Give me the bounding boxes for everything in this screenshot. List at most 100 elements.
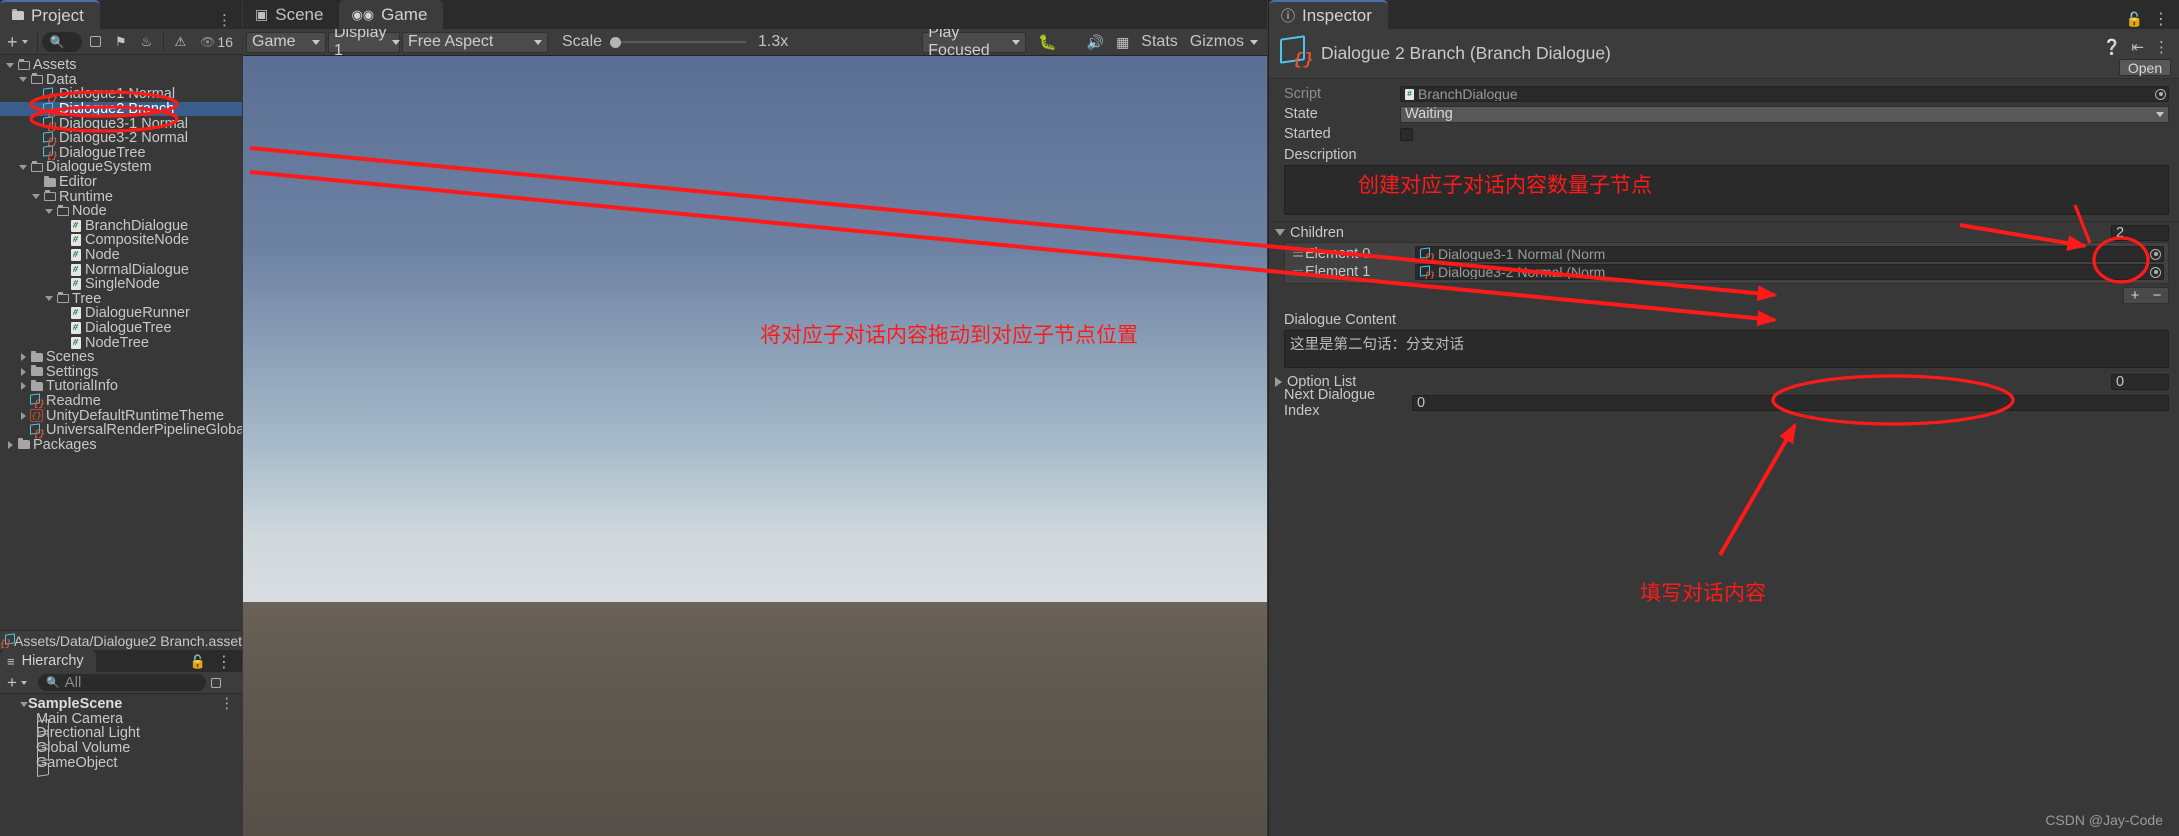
tab-inspector[interactable]: ⓘ Inspector: [1269, 0, 1388, 29]
remove-element-button[interactable]: −: [2146, 287, 2168, 304]
project-tree-item[interactable]: {} Dialogue2 Branch: [0, 101, 242, 118]
children-list[interactable]: Element 0{} Dialogue3-1 Normal (Norm Eleme…: [1284, 242, 2169, 284]
favorites-filter-button[interactable]: ⚑: [109, 31, 133, 52]
project-tree-item[interactable]: TutorialInfo: [0, 378, 242, 394]
children-list-row[interactable]: Element 1 {} Dialogue3-2 Normal (Norm: [1287, 263, 2166, 281]
description-textarea[interactable]: [1284, 165, 2169, 215]
project-tree-item[interactable]: {} DialogueTree: [0, 145, 242, 161]
chevron-right-icon[interactable]: [4, 440, 16, 449]
project-tree-item[interactable]: {} Dialogue3-1 Normal: [0, 116, 242, 132]
list-add-remove-buttons[interactable]: + −: [2123, 287, 2169, 304]
project-tree-item[interactable]: # CompositeNode: [0, 232, 242, 248]
hierarchy-item[interactable]: SampleScene ⋮: [0, 696, 243, 712]
drag-handle-icon[interactable]: [1287, 251, 1305, 257]
children-element-objectfield[interactable]: {} Dialogue3-2 Normal (Norm: [1415, 264, 2164, 280]
mute-audio-button[interactable]: 🔊: [1081, 32, 1110, 53]
project-tree-item[interactable]: Node: [0, 203, 242, 219]
gizmos-button[interactable]: Gizmos: [1184, 32, 1264, 53]
hierarchy-search-input[interactable]: 🔍 All: [37, 674, 206, 691]
children-list-row[interactable]: Element 0 {} Dialogue3-1 Normal (Norm: [1287, 245, 2166, 263]
tab-hierarchy[interactable]: ≡ Hierarchy: [0, 650, 96, 672]
hierarchy-search-expand-button[interactable]: [209, 672, 223, 693]
add-asset-button[interactable]: +: [3, 31, 32, 52]
children-element-objectfield[interactable]: {} Dialogue3-1 Normal (Norm: [1415, 246, 2164, 262]
aspect-dropdown[interactable]: Free Aspect: [402, 31, 548, 53]
chevron-down-icon[interactable]: [20, 701, 28, 707]
view-mode-dropdown[interactable]: Game: [246, 31, 326, 53]
add-gameobject-button[interactable]: +: [4, 674, 30, 692]
project-tree-item[interactable]: Runtime: [0, 189, 242, 205]
kebab-menu-icon[interactable]: ⋮: [2153, 9, 2169, 29]
stats-button[interactable]: Stats: [1135, 32, 1183, 53]
kebab-menu-icon[interactable]: ⋮: [220, 696, 243, 712]
scale-slider[interactable]: Scale: [562, 33, 747, 51]
warning-filter-button[interactable]: ⚠: [169, 31, 193, 52]
chevron-down-icon[interactable]: [43, 208, 55, 214]
project-tree-item[interactable]: {} Dialogue1 Normal: [0, 86, 242, 103]
object-picker-icon[interactable]: [2150, 266, 2161, 278]
project-tree-item[interactable]: Scenes: [0, 349, 242, 365]
object-picker-icon[interactable]: [2155, 88, 2166, 100]
chevron-right-icon[interactable]: [17, 411, 29, 420]
open-button[interactable]: Open: [2119, 59, 2171, 76]
project-tree-item[interactable]: # Node: [0, 247, 242, 263]
project-tree-item[interactable]: Editor: [0, 174, 242, 190]
project-tree-item[interactable]: Packages: [0, 437, 242, 453]
project-tree-item[interactable]: # BranchDialogue: [0, 218, 242, 234]
project-tree-item[interactable]: {}UniversalRenderPipelineGlobalSetting: [0, 422, 242, 439]
kebab-menu-icon[interactable]: ⋮: [216, 652, 232, 672]
project-tree-item[interactable]: {} Readme: [0, 393, 242, 409]
chevron-down-icon[interactable]: [4, 62, 16, 68]
project-tree-item[interactable]: # SingleNode: [0, 276, 242, 292]
next-dialogue-index-field[interactable]: 0: [1412, 395, 2169, 411]
display-dropdown[interactable]: Display 1: [328, 24, 401, 59]
project-tree-item[interactable]: # NormalDialogue: [0, 262, 242, 278]
drag-handle-icon[interactable]: [1287, 269, 1305, 275]
lock-icon[interactable]: 🔓: [190, 654, 206, 670]
label-filter-button[interactable]: ♨: [135, 31, 159, 52]
object-picker-icon[interactable]: [2150, 248, 2161, 260]
project-tree-item[interactable]: {} UnityDefaultRuntimeTheme: [0, 408, 242, 424]
script-objectfield[interactable]: # BranchDialogue: [1400, 86, 2169, 102]
chevron-right-icon[interactable]: [17, 367, 29, 376]
project-tree-item[interactable]: Settings: [0, 364, 242, 380]
chevron-down-icon[interactable]: [17, 77, 29, 83]
chevron-right-icon[interactable]: [1275, 377, 1282, 387]
chevron-right-icon[interactable]: [17, 382, 29, 391]
project-search-input[interactable]: 🔍: [41, 31, 82, 52]
chevron-down-icon[interactable]: [1275, 229, 1285, 236]
scale-slider-track[interactable]: [621, 41, 747, 43]
preset-icon[interactable]: ⇤: [2131, 38, 2144, 56]
chevron-down-icon[interactable]: [30, 194, 42, 200]
project-tree-item[interactable]: {} Dialogue3-2 Normal: [0, 130, 242, 147]
tab-project[interactable]: Project: [0, 0, 100, 29]
project-tree-item[interactable]: # NodeTree: [0, 335, 242, 351]
help-icon[interactable]: ❔: [2103, 38, 2122, 56]
project-tree-item[interactable]: Assets: [0, 57, 242, 73]
children-foldout-row[interactable]: Children 2: [1269, 221, 2179, 241]
tab-scene[interactable]: ▣ Scene: [243, 0, 340, 29]
hierarchy-tree[interactable]: SampleScene ⋮ Main Camera Directional Light…: [0, 694, 243, 771]
started-checkbox[interactable]: [1400, 127, 1413, 141]
add-element-button[interactable]: +: [2124, 287, 2146, 304]
project-tree-item[interactable]: Tree: [0, 291, 242, 307]
bug-report-button[interactable]: 🐛: [1032, 32, 1063, 53]
chevron-down-icon[interactable]: [43, 296, 55, 302]
project-tree-item[interactable]: # DialogueTree: [0, 320, 242, 336]
chevron-right-icon[interactable]: [17, 353, 29, 362]
project-tree-item[interactable]: Data: [0, 72, 242, 88]
tab-game[interactable]: ◉◉ Game: [339, 0, 444, 29]
chevron-down-icon[interactable]: [17, 164, 29, 170]
kebab-menu-icon[interactable]: ⋮: [217, 11, 232, 29]
search-expand-button[interactable]: [84, 31, 107, 52]
grid-toggle-button[interactable]: ▦: [1110, 32, 1135, 53]
children-count-field[interactable]: 2: [2111, 224, 2169, 241]
hidden-assets-button[interactable]: 👁 16: [194, 31, 239, 52]
play-focus-dropdown[interactable]: Play Focused: [922, 24, 1027, 59]
project-tree-item[interactable]: DialogueSystem: [0, 159, 242, 175]
project-tree-item[interactable]: # DialogueRunner: [0, 305, 242, 321]
option-list-count-field[interactable]: 0: [2111, 374, 2169, 390]
state-dropdown[interactable]: Waiting: [1400, 105, 2169, 123]
scale-slider-knob[interactable]: [610, 36, 622, 48]
kebab-menu-icon[interactable]: ⋮: [2154, 38, 2169, 56]
